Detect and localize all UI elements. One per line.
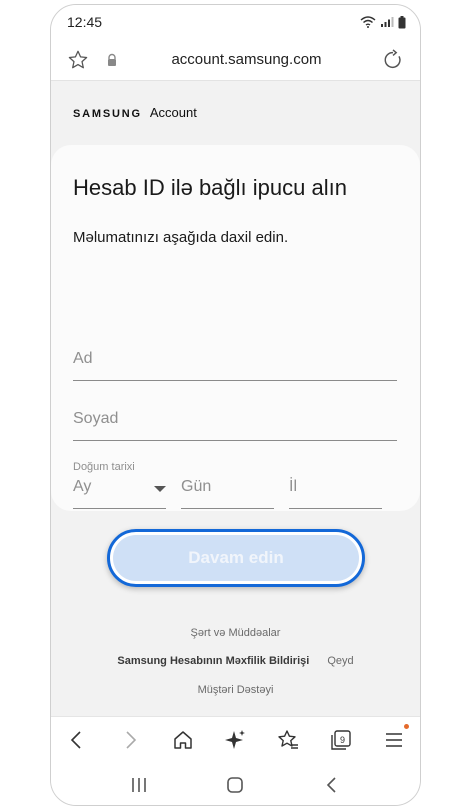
year-field[interactable]: İl — [289, 461, 382, 509]
browser-toolbar: 9 — [51, 716, 420, 762]
status-time: 12:45 — [67, 14, 103, 30]
first-name-placeholder: Ad — [73, 350, 93, 367]
day-placeholder: Gün — [181, 478, 212, 495]
day-field[interactable]: Gün — [181, 461, 274, 509]
privacy-link[interactable]: Samsung Hesabının Məxfilik Bildirişi — [117, 655, 309, 667]
notification-dot — [403, 723, 409, 729]
reload-icon[interactable] — [382, 48, 404, 71]
bookmarks-icon[interactable] — [276, 728, 300, 752]
page-title: Hesab ID ilə bağlı ipucu alın — [73, 175, 347, 200]
form-card: Hesab ID ilə bağlı ipucu alın Məlumatını… — [51, 145, 420, 511]
continue-button[interactable]: Davam edin — [113, 535, 359, 581]
tabs-icon[interactable]: 9 — [329, 728, 353, 752]
browser-address-bar: account.samsung.com — [51, 39, 420, 81]
brand-product: Account — [149, 105, 197, 120]
page-content: SAMSUNG Account Hesab ID ilə bağlı ipucu… — [51, 81, 420, 716]
form-subtitle: Məlumatınızı aşağıda daxil edin. — [73, 229, 289, 246]
menu-icon[interactable] — [382, 723, 409, 752]
chevron-down-icon — [154, 486, 166, 492]
battery-icon — [398, 15, 406, 28]
support-link[interactable]: Müştəri Dəstəyi — [198, 684, 274, 696]
star-icon[interactable] — [67, 49, 89, 71]
forward-icon[interactable] — [118, 728, 142, 752]
signal-icon — [381, 17, 394, 27]
last-name-placeholder: Soyad — [73, 410, 119, 427]
notice-link[interactable]: Qeyd — [327, 655, 353, 667]
first-name-field[interactable]: Ad — [73, 331, 397, 381]
url-text[interactable]: account.samsung.com — [119, 51, 374, 68]
home-icon[interactable] — [171, 728, 195, 752]
samsung-account-logo: SAMSUNG Account — [73, 105, 197, 120]
system-nav-bar — [51, 762, 420, 805]
wifi-icon — [360, 16, 376, 28]
month-placeholder: Ay — [73, 478, 92, 495]
year-placeholder: İl — [289, 478, 297, 495]
tab-count: 9 — [340, 735, 345, 745]
phone-frame: 12:45 account.samsung.com SAMSUNG Accoun… — [50, 4, 421, 806]
recents-icon[interactable] — [128, 774, 150, 796]
status-icons — [360, 15, 406, 29]
month-select[interactable]: Ay — [73, 461, 166, 509]
continue-button-focus-ring: Davam edin — [107, 529, 365, 587]
status-bar: 12:45 — [51, 5, 420, 39]
last-name-field[interactable]: Soyad — [73, 391, 397, 441]
sparkle-icon[interactable] — [223, 728, 247, 752]
home-circle-icon[interactable] — [224, 774, 246, 796]
back-icon[interactable] — [65, 728, 89, 752]
brand-wordmark: SAMSUNG — [73, 108, 142, 120]
lock-icon — [108, 53, 116, 66]
system-back-icon[interactable] — [321, 774, 343, 796]
terms-link[interactable]: Şərt və Müddəalar — [191, 627, 281, 639]
